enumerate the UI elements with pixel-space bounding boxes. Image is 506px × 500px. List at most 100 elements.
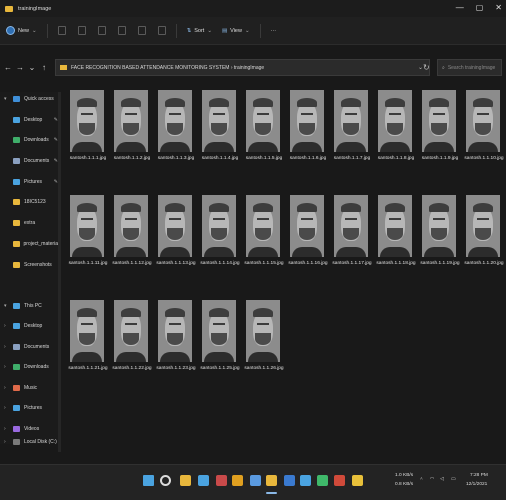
address-bar[interactable]: FACE RECOGNITION BASED ATTENDANCE MONITO… — [55, 59, 430, 76]
forward-arrow-icon[interactable]: → — [14, 63, 26, 72]
file-item[interactable]: santosh.1.1.2.jpg — [110, 88, 150, 166]
chevron-icon[interactable]: › — [4, 385, 9, 391]
file-item[interactable]: santosh.1.1.6.jpg — [286, 88, 326, 166]
new-button[interactable]: New ⌄ — [6, 26, 37, 35]
paste-icon[interactable] — [97, 26, 106, 35]
volume-icon[interactable]: ◁ — [440, 477, 444, 482]
search-input[interactable]: ⌕ Search trainingImage — [437, 59, 502, 76]
sidebar-item-pictures[interactable]: › Pictures — [4, 405, 58, 411]
search-icon[interactable] — [160, 475, 171, 486]
windows-start-icon[interactable] — [143, 475, 154, 486]
file-item[interactable]: santosh.1.1.25.jpg — [198, 298, 240, 376]
file-item[interactable]: santosh.1.1.9.jpg — [418, 88, 458, 166]
file-item[interactable]: santosh.1.1.16.jpg — [286, 193, 328, 271]
chevron-icon[interactable]: › — [4, 323, 9, 329]
file-item[interactable]: santosh.1.1.14.jpg — [198, 193, 240, 271]
chevron-up-icon[interactable]: ˄ — [420, 477, 423, 482]
sidebar-item-desktop[interactable]: Desktop ✎ — [4, 117, 58, 123]
file-item[interactable]: santosh.1.1.8.jpg — [374, 88, 414, 166]
sidebar-item-project-materia[interactable]: project_materia — [4, 241, 58, 247]
chevron-icon[interactable]: ▾ — [4, 96, 9, 102]
sidebar-item-label: Desktop — [24, 117, 43, 123]
sidebar-item-downloads[interactable]: › Downloads — [4, 364, 58, 370]
sidebar-item-extra[interactable]: extra — [4, 220, 58, 226]
file-item[interactable]: santosh.1.1.21.jpg — [66, 298, 108, 376]
file-item[interactable]: santosh.1.1.1.jpg — [66, 88, 106, 166]
chevron-icon[interactable]: › — [4, 426, 9, 432]
file-item[interactable]: santosh.1.1.23.jpg — [154, 298, 196, 376]
sort-button[interactable]: ⇅ Sort ⌄ — [187, 28, 212, 34]
file-item[interactable]: santosh.1.1.22.jpg — [110, 298, 152, 376]
file-item[interactable]: santosh.1.1.3.jpg — [154, 88, 194, 166]
chevron-icon[interactable]: › — [4, 405, 9, 411]
file-item[interactable]: santosh.1.1.20.jpg — [462, 193, 504, 271]
sidebar-item-downloads[interactable]: Downloads ✎ — [4, 137, 58, 143]
sidebar-item-local-disk-c[interactable]: › Local Disk (C:) — [4, 439, 58, 445]
file-item[interactable]: santosh.1.1.13.jpg — [154, 193, 196, 271]
refresh-icon[interactable]: ↻ — [423, 63, 430, 72]
file-item[interactable]: santosh.1.1.12.jpg — [110, 193, 152, 271]
app-icon-6[interactable] — [334, 475, 345, 486]
app-icon-3[interactable] — [250, 475, 261, 486]
share-icon[interactable] — [137, 26, 146, 35]
chevron-icon[interactable]: › — [4, 364, 9, 370]
maximize-button[interactable]: ▢ — [476, 3, 484, 12]
app-icon-1[interactable] — [198, 475, 209, 486]
sidebar-item-documents[interactable]: Documents ✎ — [4, 158, 58, 164]
back-arrow-icon[interactable]: ← — [2, 63, 14, 72]
sidebar-item-desktop[interactable]: › Desktop — [4, 323, 58, 329]
cut-icon[interactable] — [57, 26, 66, 35]
folder-icon[interactable] — [266, 475, 277, 486]
chevron-icon[interactable]: ▾ — [4, 303, 9, 309]
thumbnail-eyes — [125, 113, 137, 116]
chrome-icon[interactable] — [232, 475, 243, 486]
more-options-button[interactable]: ··· — [271, 28, 277, 34]
chevron-icon[interactable]: › — [4, 439, 9, 445]
clock-date[interactable]: 12/1/2021 — [466, 482, 487, 487]
file-item[interactable]: santosh.1.1.26.jpg — [242, 298, 284, 376]
clock-time[interactable]: 7:28 PM — [470, 473, 488, 478]
sidebar-item-music[interactable]: › Music — [4, 385, 58, 391]
sidebar-item-pictures[interactable]: Pictures ✎ — [4, 179, 58, 185]
file-item[interactable]: santosh.1.1.11.jpg — [66, 193, 107, 271]
view-button[interactable]: ▤ View ⌄ — [222, 28, 250, 34]
wifi-icon[interactable]: ◠ — [430, 477, 434, 482]
sidebar-item-this-pc[interactable]: ▾ This PC — [4, 303, 58, 309]
app-icon-4[interactable] — [284, 475, 295, 486]
recent-chevron-icon[interactable]: ⌄ — [26, 63, 38, 72]
file-item[interactable]: santosh.1.1.7.jpg — [330, 88, 370, 166]
sidebar-item-screenshots[interactable]: Screenshots — [4, 262, 58, 268]
minimize-button[interactable]: — — [456, 3, 464, 12]
app-icon-7[interactable] — [352, 475, 363, 486]
sidebar-scrollbar[interactable] — [58, 92, 61, 452]
delete-icon[interactable] — [157, 26, 166, 35]
file-item[interactable]: santosh.1.1.5.jpg — [242, 88, 282, 166]
sidebar-item-videos[interactable]: › Videos — [4, 426, 58, 432]
thumbnail-shirt — [292, 247, 322, 257]
thumbnail-eyes — [301, 218, 313, 221]
sidebar-item-quick-access[interactable]: ▾ Quick access — [4, 96, 58, 102]
thumbnail-beard — [431, 228, 447, 240]
file-item[interactable]: santosh.1.1.17.jpg — [330, 193, 372, 271]
chevron-icon[interactable]: › — [4, 344, 9, 350]
file-item[interactable]: santosh.1.1.10.jpg — [462, 88, 504, 166]
rename-icon[interactable] — [117, 26, 126, 35]
app-icon-2[interactable] — [216, 475, 227, 486]
sidebar-item-18ic5123[interactable]: 18IC5123 — [4, 199, 58, 205]
file-explorer-icon[interactable] — [180, 475, 191, 486]
download-icon — [13, 137, 20, 143]
thumbnail-shirt — [204, 352, 234, 362]
sidebar-item-label: project_materia — [23, 241, 58, 247]
file-item[interactable]: santosh.1.1.18.jpg — [374, 193, 416, 271]
up-arrow-icon[interactable]: ↑ — [38, 63, 50, 72]
file-item[interactable]: santosh.1.1.15.jpg — [242, 193, 284, 271]
whatsapp-icon[interactable] — [317, 475, 328, 486]
file-item[interactable]: santosh.1.1.19.jpg — [418, 193, 460, 271]
close-button[interactable]: ✕ — [495, 3, 502, 12]
copy-icon[interactable] — [77, 26, 86, 35]
sidebar-item-documents[interactable]: › Documents — [4, 344, 58, 350]
app-icon-5[interactable] — [300, 475, 311, 486]
battery-icon[interactable]: ▭ — [451, 477, 456, 482]
file-item[interactable]: santosh.1.1.4.jpg — [198, 88, 238, 166]
thumbnail-eyes — [389, 218, 401, 221]
